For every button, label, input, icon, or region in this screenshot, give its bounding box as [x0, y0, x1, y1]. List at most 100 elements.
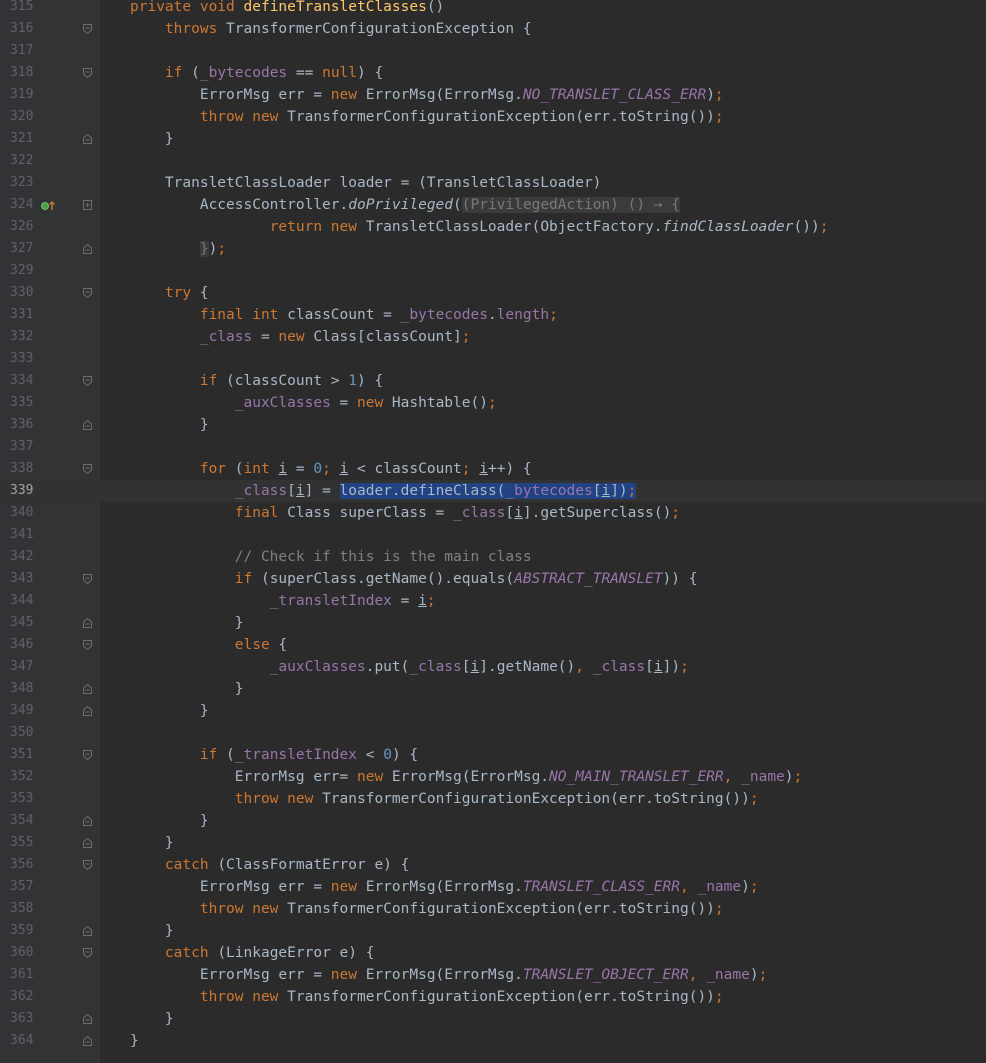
code-line[interactable]: 335 _auxClasses = new Hashtable(); [0, 392, 986, 414]
code-text: if (_bytecodes == null) { [164, 65, 384, 81]
code-line[interactable]: 316 throws TransformerConfigurationExcep… [0, 18, 986, 40]
code-line[interactable]: 317 [0, 40, 986, 62]
code-line[interactable]: 339 _class[i] = loader.defineClass(_byte… [0, 480, 986, 502]
code-line[interactable]: 327 }); [0, 238, 986, 260]
code-line[interactable]: 322 [0, 150, 986, 172]
line-number: 359 [10, 923, 34, 938]
code-text: for (int i = 0; i < classCount; i++) { [199, 461, 532, 477]
code-line[interactable]: 362 throw new TransformerConfigurationEx… [0, 986, 986, 1008]
code-line[interactable]: 347 _auxClasses.put(_class[i].getName(),… [0, 656, 986, 678]
code-text: } [130, 131, 174, 147]
code-text: else { [234, 637, 288, 653]
code-line[interactable]: 346 else { [0, 634, 986, 656]
code-text: throws TransformerConfigurationException… [164, 21, 532, 37]
line-number: 361 [10, 967, 34, 982]
line-number: 347 [10, 659, 34, 674]
code-line[interactable]: 358 throw new TransformerConfigurationEx… [0, 898, 986, 920]
code-text: if (superClass.getName().equals(ABSTRACT… [234, 571, 698, 587]
code-text: _class[i] = loader.defineClass(_bytecode… [234, 483, 637, 499]
code-line[interactable]: 330 try { [0, 282, 986, 304]
code-text: final int classCount = _bytecodes.length… [199, 307, 558, 323]
code-line[interactable]: 364} [0, 1030, 986, 1052]
code-text: _auxClasses.put(_class[i].getName(), _cl… [269, 659, 689, 675]
line-number: 354 [10, 813, 34, 828]
code-line[interactable]: 345 } [0, 612, 986, 634]
line-number: 330 [10, 285, 34, 300]
code-line[interactable]: 354 } [0, 810, 986, 832]
code-line[interactable]: 351 if (_transletIndex < 0) { [0, 744, 986, 766]
line-number: 338 [10, 461, 34, 476]
code-text: throw new TransformerConfigurationExcept… [234, 791, 759, 807]
code-line[interactable]: 315 private void defineTransletClasses() [0, 0, 986, 18]
code-line[interactable]: 343 if (superClass.getName().equals(ABST… [0, 568, 986, 590]
code-line[interactable]: 318 if (_bytecodes == null) { [0, 62, 986, 84]
line-number: 353 [10, 791, 34, 806]
code-line[interactable]: 320 throw new TransformerConfigurationEx… [0, 106, 986, 128]
line-number: 364 [10, 1033, 34, 1048]
code-line[interactable]: 336 } [0, 414, 986, 436]
code-editor[interactable]: 315 private void defineTransletClasses() 3… [0, 0, 986, 1063]
code-line[interactable]: 329 [0, 260, 986, 282]
code-area[interactable]: 315 private void defineTransletClasses() 3… [0, 0, 986, 1052]
code-line[interactable]: 323 TransletClassLoader loader = (Transl… [0, 172, 986, 194]
code-text: } [130, 835, 174, 851]
line-number: 360 [10, 945, 34, 960]
line-number: 340 [10, 505, 34, 520]
code-line[interactable]: 360 catch (LinkageError e) { [0, 942, 986, 964]
code-line[interactable]: 344 _transletIndex = i; [0, 590, 986, 612]
code-line[interactable]: 334 if (classCount > 1) { [0, 370, 986, 392]
code-line[interactable]: 341 [0, 524, 986, 546]
code-line[interactable]: 319 ErrorMsg err = new ErrorMsg(ErrorMsg… [0, 84, 986, 106]
line-number: 358 [10, 901, 34, 916]
line-number: 317 [10, 43, 34, 58]
code-text: throw new TransformerConfigurationExcept… [199, 109, 724, 125]
line-number: 321 [10, 131, 34, 146]
code-line[interactable]: 352 ErrorMsg err= new ErrorMsg(ErrorMsg.… [0, 766, 986, 788]
code-line[interactable]: 357 ErrorMsg err = new ErrorMsg(ErrorMsg… [0, 876, 986, 898]
line-number: 335 [10, 395, 34, 410]
code-line[interactable]: 361 ErrorMsg err = new ErrorMsg(ErrorMsg… [0, 964, 986, 986]
line-number: 342 [10, 549, 34, 564]
gutter-icons[interactable] [40, 194, 60, 216]
code-line[interactable]: 355 } [0, 832, 986, 854]
code-text: } [130, 813, 209, 829]
code-text: _transletIndex = i; [269, 593, 436, 609]
code-text: return new TransletClassLoader(ObjectFac… [269, 219, 829, 235]
code-line[interactable]: 350 [0, 722, 986, 744]
line-number: 326 [10, 219, 34, 234]
code-text: ErrorMsg err = new ErrorMsg(ErrorMsg.NO_… [130, 87, 724, 103]
code-line[interactable]: 359 } [0, 920, 986, 942]
code-text: }); [199, 241, 227, 257]
code-line[interactable]: 353 throw new TransformerConfigurationEx… [0, 788, 986, 810]
code-line[interactable]: 337 [0, 436, 986, 458]
code-line[interactable]: 333 [0, 348, 986, 370]
code-line[interactable]: 349 } [0, 700, 986, 722]
code-text: ErrorMsg err = new ErrorMsg(ErrorMsg.TRA… [130, 879, 759, 895]
code-text: final Class superClass = _class[i].getSu… [234, 505, 681, 521]
code-line[interactable]: 338 for (int i = 0; i < classCount; i++)… [0, 458, 986, 480]
code-line[interactable]: 331 final int classCount = _bytecodes.le… [0, 304, 986, 326]
code-line[interactable]: 363 } [0, 1008, 986, 1030]
line-number: 339 [10, 483, 34, 498]
code-line[interactable]: 348 } [0, 678, 986, 700]
code-line[interactable]: 332 _class = new Class[classCount]; [0, 326, 986, 348]
code-text: if (classCount > 1) { [199, 373, 384, 389]
line-number: 315 [10, 0, 34, 14]
code-text: } [130, 923, 174, 939]
code-line[interactable]: 324 AccessController.doPrivileged((Privi… [0, 194, 986, 216]
code-line[interactable]: 342 // Check if this is the main class [0, 546, 986, 568]
code-line[interactable]: 356 catch (ClassFormatError e) { [0, 854, 986, 876]
code-text: } [130, 1033, 139, 1049]
code-line[interactable]: 326 return new TransletClassLoader(Objec… [0, 216, 986, 238]
code-line[interactable]: 340 final Class superClass = _class[i].g… [0, 502, 986, 524]
line-number: 346 [10, 637, 34, 652]
line-number: 341 [10, 527, 34, 542]
line-number: 336 [10, 417, 34, 432]
line-number: 352 [10, 769, 34, 784]
line-number: 350 [10, 725, 34, 740]
code-text: throw new TransformerConfigurationExcept… [199, 989, 724, 1005]
line-number: 343 [10, 571, 34, 586]
implements-method-icon[interactable] [40, 194, 60, 216]
code-line[interactable]: 321 } [0, 128, 986, 150]
code-text: _auxClasses = new Hashtable(); [234, 395, 497, 411]
